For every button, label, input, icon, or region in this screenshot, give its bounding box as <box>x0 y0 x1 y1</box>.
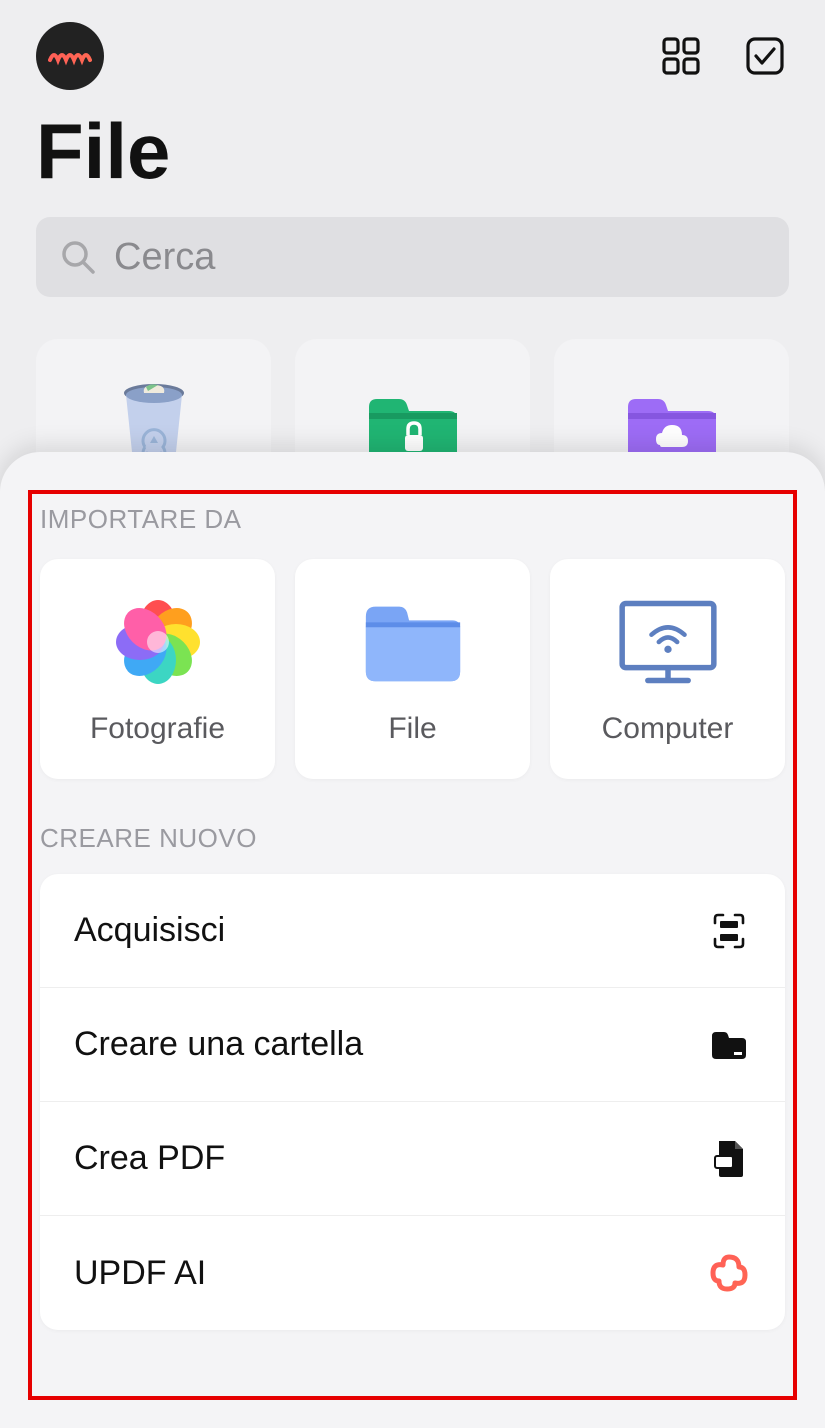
grid-icon <box>660 35 702 77</box>
list-row-label: Acquisisci <box>74 911 225 950</box>
list-row-label: Creare una cartella <box>74 1025 363 1064</box>
photos-flower-icon <box>103 592 213 692</box>
import-create-sheet: IMPORTARE DA <box>0 452 825 1428</box>
page-title: File <box>36 106 789 197</box>
select-button[interactable] <box>741 32 789 80</box>
create-pdf-row[interactable]: Crea PDF <box>40 1102 785 1216</box>
import-photos-card[interactable]: Fotografie <box>40 559 275 779</box>
pdf-doc-icon <box>707 1137 751 1181</box>
search-bar[interactable] <box>36 217 789 297</box>
create-folder-row[interactable]: Creare una cartella <box>40 988 785 1102</box>
scan-icon <box>707 909 751 953</box>
folder-icon <box>358 592 468 692</box>
search-icon <box>60 239 96 275</box>
import-files-card[interactable]: File <box>295 559 530 779</box>
import-card-label: Computer <box>602 712 734 746</box>
app-logo[interactable] <box>36 22 104 90</box>
checkmark-box-icon <box>744 35 786 77</box>
updfai-icon <box>707 1251 751 1295</box>
search-input[interactable] <box>114 236 765 279</box>
folder-solid-icon <box>707 1023 751 1067</box>
create-section-label: CREARE NUOVO <box>40 823 785 854</box>
import-computer-card[interactable]: Computer <box>550 559 785 779</box>
grid-view-button[interactable] <box>657 32 705 80</box>
list-row-label: UPDF AI <box>74 1254 206 1293</box>
top-bar <box>36 6 789 106</box>
create-scan-row[interactable]: Acquisisci <box>40 874 785 988</box>
import-card-label: File <box>388 712 436 746</box>
computer-wifi-icon <box>613 592 723 692</box>
list-row-label: Crea PDF <box>74 1139 225 1178</box>
create-updfai-row[interactable]: UPDF AI <box>40 1216 785 1330</box>
import-section-label: IMPORTARE DA <box>40 504 785 535</box>
import-card-label: Fotografie <box>90 712 225 746</box>
